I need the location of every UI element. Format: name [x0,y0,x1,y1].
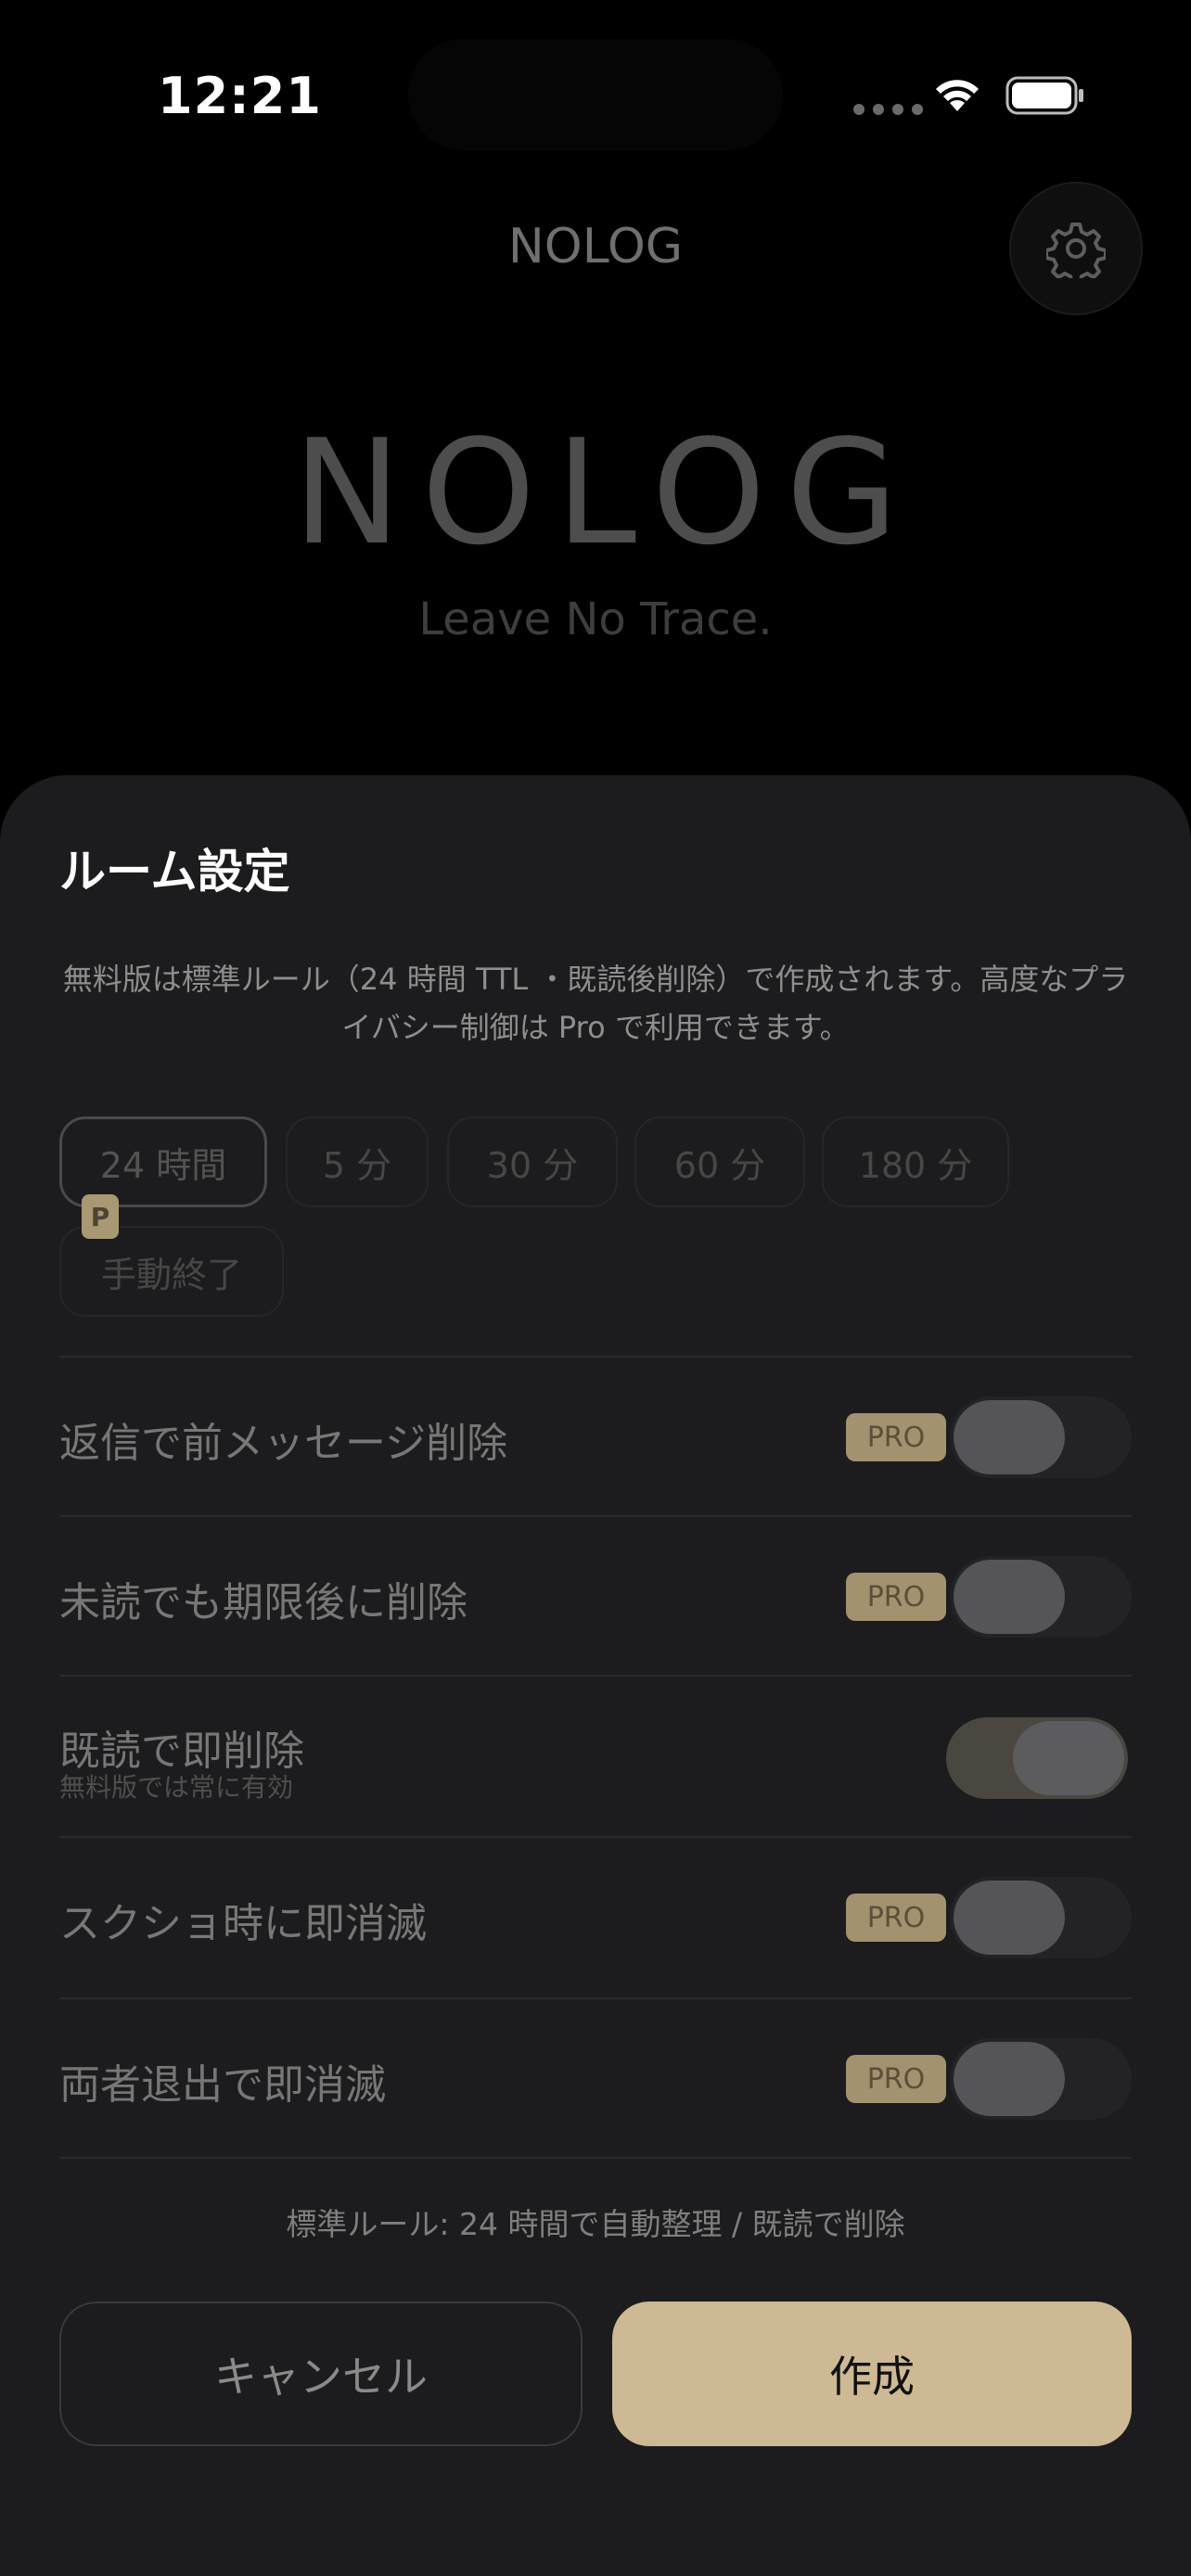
gear-icon [1046,223,1106,278]
settings-button[interactable] [1009,182,1143,315]
screenshot-destroy-toggle[interactable] [950,1877,1132,1958]
toggle-knob [954,2042,1065,2116]
both-exit-destroy-toggle[interactable] [950,2038,1132,2120]
toggle-knob [954,1560,1065,1634]
footer-note: 標準ルール: 24 時間で自動整理 / 既読で削除 [286,2206,905,2242]
ttl-chip-30m[interactable]: 30 分 [447,1116,618,1207]
pro-mini-badge: P [82,1194,119,1239]
wifi-icon [936,80,979,111]
pro-badge: PRO [846,2055,946,2103]
toggle-knob [954,1400,1065,1474]
divider [59,1836,1132,1838]
pro-badge: PRO [846,1573,946,1621]
divider [59,1997,1132,1999]
divider [59,2157,1132,2159]
divider [59,1675,1132,1677]
toggle-knob [1013,1721,1124,1795]
reply-delete-toggle[interactable] [950,1396,1132,1478]
divider [59,1515,1132,1517]
sheet-title: ルーム設定 [59,845,290,899]
cancel-button[interactable]: キャンセル [59,2302,583,2446]
battery-icon [1005,76,1083,115]
ttl-chip-180m[interactable]: 180 分 [822,1116,1009,1207]
option-label-unread-expire: 未読でも期限後に削除 [59,1579,467,1626]
unread-expire-toggle[interactable] [950,1556,1132,1638]
hero-logo: NOLOG [292,408,919,577]
sheet-description: 無料版は標準ルール（24 時間 TTL ・既読後削除）で作成されます。高度なプラ… [62,962,1129,1045]
divider [59,1356,1132,1358]
option-label-screenshot-destroy: スクショ時に即消滅 [59,1900,427,1947]
option-label-both-exit-destroy: 両者退出で即消滅 [59,2061,386,2109]
toggle-knob [954,1881,1065,1955]
ttl-chip-manual[interactable]: 手動終了 [59,1226,284,1317]
hero-tagline: Leave No Trace. [418,593,773,645]
ttl-chip-60m[interactable]: 60 分 [634,1116,805,1207]
pro-badge: PRO [846,1894,946,1942]
option-sublabel-read-delete: 無料版では常に有効 [59,1772,294,1803]
option-label-reply-delete: 返信で前メッセージ削除 [59,1420,508,1467]
read-delete-toggle[interactable] [946,1717,1128,1799]
pro-badge: PRO [846,1413,946,1461]
create-button[interactable]: 作成 [612,2302,1132,2446]
status-time: 12:21 [158,67,322,125]
dynamic-island [408,39,783,150]
cellular-signal-icon [853,104,923,115]
ttl-chip-5m[interactable]: 5 分 [286,1116,429,1207]
